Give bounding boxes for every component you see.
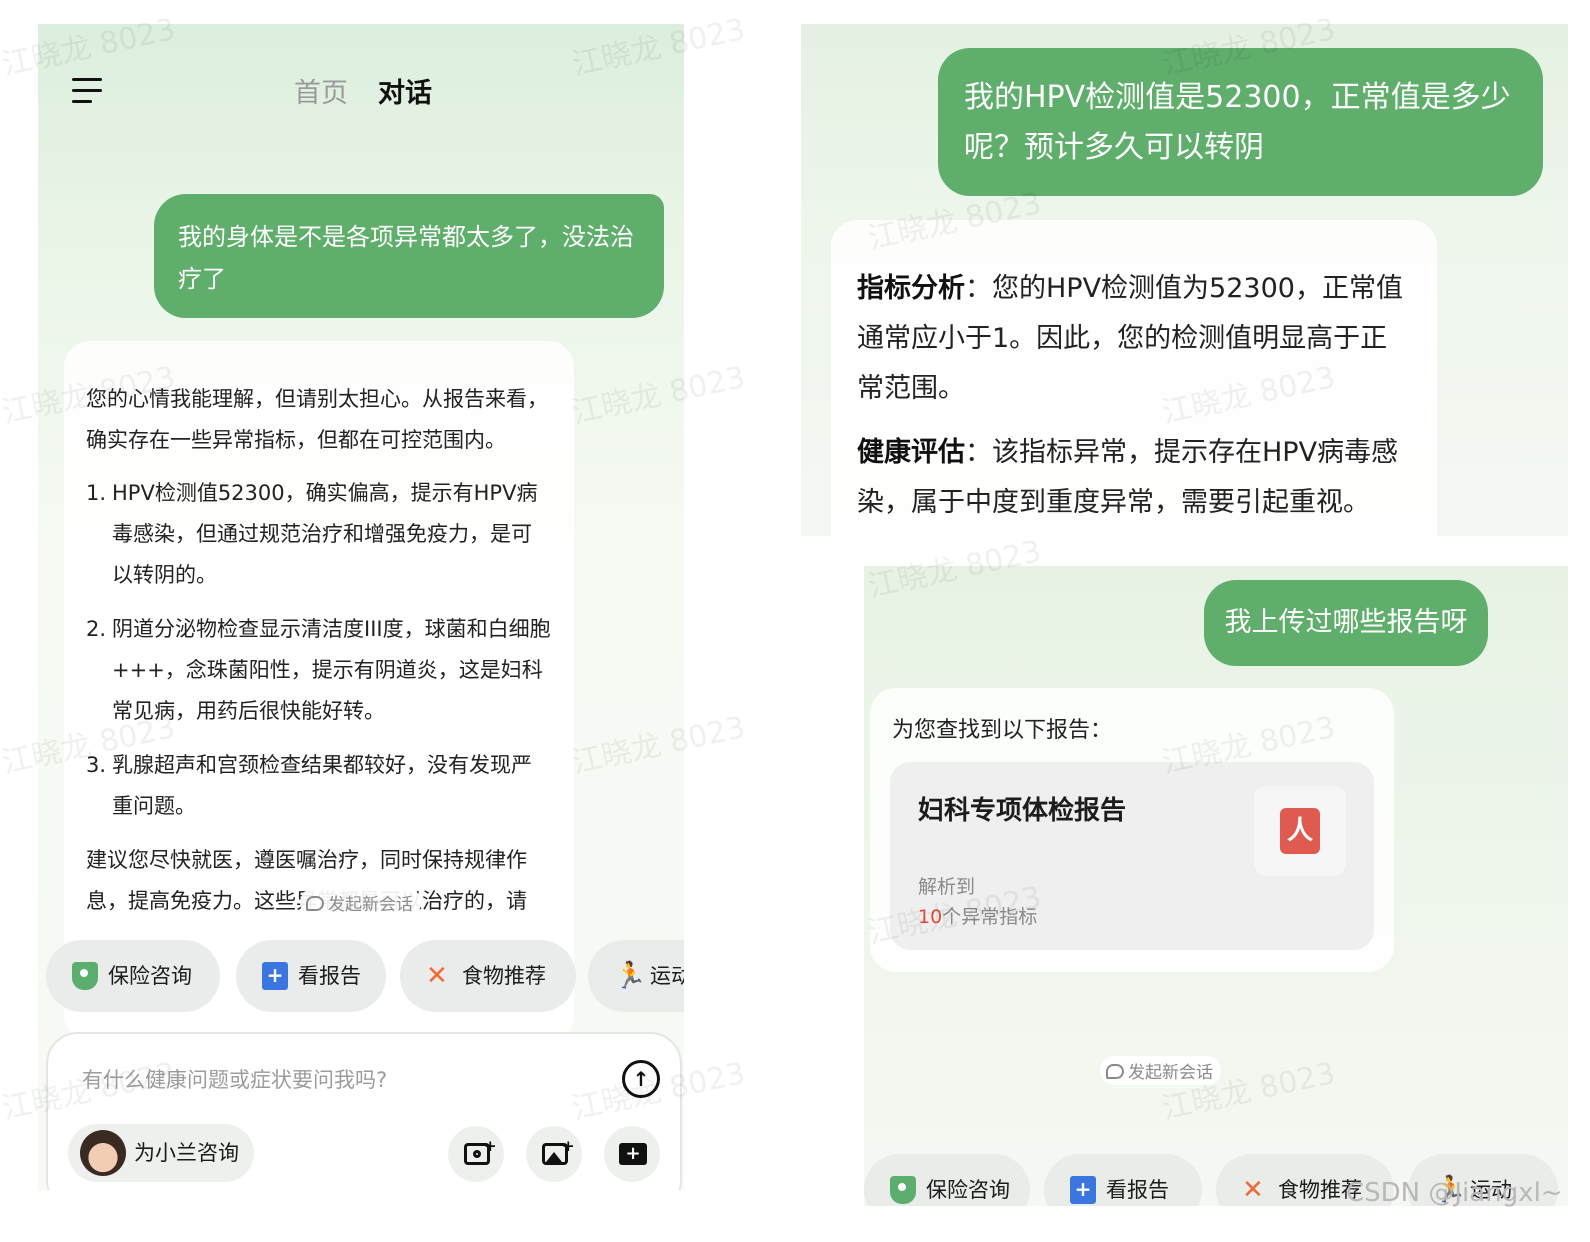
plus-mark: + <box>484 1137 497 1155</box>
ai-reply-list: 1. HPV检测值52300，确实偏高，提示有HPV病毒感染，但通过规范治疗和增… <box>86 473 552 827</box>
chat-screen-left: 首页 对话 我的身体是不是各项异常都太多了，没法治疗了 您的心情我能理解，但请别… <box>38 24 684 1190</box>
chat-bubble-icon <box>1106 1064 1124 1079</box>
pdf-icon: 人 <box>1280 808 1320 854</box>
list-number: 2. <box>86 617 107 641</box>
list-text: 乳腺超声和宫颈检查结果都较好，没有发现严重问题。 <box>112 753 532 818</box>
chat-input-box[interactable]: 有什么健康问题或症状要问我吗? ↑ 为小兰咨询 + + + <box>46 1032 682 1190</box>
consult-for-user-button[interactable]: 为小兰咨询 <box>68 1124 254 1182</box>
running-icon: 🏃 <box>614 961 647 991</box>
pdf-thumbnail: 人 <box>1254 786 1346 876</box>
user-message-bubble: 我的HPV检测值是52300，正常值是多少呢？预计多久可以转阴 <box>938 48 1543 196</box>
parsed-label: 解析到 <box>918 876 976 898</box>
abnormal-count-text: 10个异常指标 <box>918 902 1037 929</box>
report-item[interactable]: 妇科专项体检报告 人 解析到 10个异常指标 <box>890 762 1374 950</box>
chat-input-placeholder[interactable]: 有什么健康问题或症状要问我吗? <box>82 1064 387 1094</box>
analysis-label: 指标分析 <box>857 273 965 304</box>
list-item: 3. 乳腺超声和宫颈检查结果都较好，没有发现严重问题。 <box>86 745 552 827</box>
image-upload-button[interactable]: + <box>526 1126 582 1182</box>
ai-reply-card: 您的心情我能理解，但请别太担心。从报告来看，确实存在一些异常指标，但都在可控范围… <box>64 341 574 1041</box>
quick-action-insurance[interactable]: 保险咨询 <box>864 1154 1030 1206</box>
user-message-bubble: 我的身体是不是各项异常都太多了，没法治疗了 <box>154 194 664 318</box>
ai-report-card: 为您查找到以下报告： 妇科专项体检报告 人 解析到 10个异常指标 <box>870 688 1394 972</box>
report-title: 妇科专项体检报告 <box>918 796 1127 826</box>
quick-action-report[interactable]: + 看报告 <box>236 940 386 1012</box>
analysis-item: 指标分析：您的HPV检测值为52300，正常值通常应小于1。因此，您的检测值明显… <box>857 264 1411 414</box>
new-chat-label: 发起新会话 <box>1128 1063 1213 1083</box>
new-chat-label: 发起新会话 <box>328 895 413 915</box>
plus-mark: + <box>562 1137 575 1155</box>
file-upload-button[interactable]: + <box>604 1126 660 1182</box>
ai-reply-intro: 您的心情我能理解，但请别太担心。从报告来看，确实存在一些异常指标，但都在可控范围… <box>86 387 548 452</box>
send-arrow-icon[interactable]: ↑ <box>622 1060 660 1098</box>
quick-action-report[interactable]: + 看报告 <box>1044 1154 1202 1206</box>
list-text: HPV检测值52300，确实偏高，提示有HPV病毒感染，但通过规范治疗和增强免疫… <box>112 481 538 587</box>
quick-action-label: 看报告 <box>1106 1178 1169 1202</box>
folder-plus-icon: + <box>619 1143 647 1165</box>
chat-screen-right-top: 我的HPV检测值是52300，正常值是多少呢？预计多久可以转阴 指标分析：您的H… <box>801 24 1568 536</box>
fork-knife-icon: ✕ <box>1242 1175 1264 1205</box>
chat-screen-right-bottom: 我上传过哪些报告呀 为您查找到以下报告： 妇科专项体检报告 人 解析到 10个异… <box>864 566 1568 1206</box>
quick-action-label: 食物推荐 <box>462 964 546 988</box>
consult-label: 为小兰咨询 <box>134 1141 239 1165</box>
report-icon: + <box>1070 1176 1096 1204</box>
quick-action-label: 看报告 <box>298 964 361 988</box>
quick-action-insurance[interactable]: 保险咨询 <box>46 940 220 1012</box>
new-chat-button[interactable]: 发起新会话 <box>1100 1056 1221 1085</box>
shield-icon <box>890 1176 916 1204</box>
camera-button[interactable]: + <box>448 1126 504 1182</box>
list-text: 阴道分泌物检查显示清洁度III度，球菌和白细胞+++，念珠菌阳性，提示有阴道炎，… <box>112 617 551 723</box>
quick-action-food[interactable]: ✕ 食物推荐 <box>400 940 576 1012</box>
abnormal-suffix: 个异常指标 <box>942 906 1038 928</box>
quick-action-label: 保险咨询 <box>926 1178 1010 1202</box>
tab-chat[interactable]: 对话 <box>378 76 432 112</box>
analysis-item: 健康评估：该指标异常，提示存在HPV病毒感染，属于中度到重度异常，需要引起重视。 <box>857 428 1411 528</box>
analysis-label: 健康评估 <box>857 437 965 468</box>
list-number: 1. <box>86 481 107 505</box>
quick-action-bar: 保险咨询 + 看报告 ✕ 食物推荐 🏃 运动 <box>46 940 684 1012</box>
quick-action-label: 运动 <box>650 964 684 988</box>
tab-home[interactable]: 首页 <box>294 76 348 112</box>
new-chat-button[interactable]: 发起新会话 <box>300 888 421 917</box>
report-icon: + <box>262 962 288 990</box>
camera-lens <box>473 1150 481 1158</box>
quick-action-sport[interactable]: 🏃 运动 <box>588 940 684 1012</box>
list-number: 3. <box>86 753 107 777</box>
avatar <box>80 1130 126 1176</box>
menu-icon[interactable] <box>72 78 104 106</box>
user-message-bubble: 我上传过哪些报告呀 <box>1204 580 1488 666</box>
chat-bubble-icon <box>306 896 324 911</box>
list-item: 2. 阴道分泌物检查显示清洁度III度，球菌和白细胞+++，念珠菌阳性，提示有阴… <box>86 609 552 732</box>
image-mountain <box>546 1152 562 1162</box>
ai-analysis-card: 指标分析：您的HPV检测值为52300，正常值通常应小于1。因此，您的检测值明显… <box>831 220 1437 536</box>
found-reports-text: 为您查找到以下报告： <box>892 718 1113 743</box>
quick-action-label: 保险咨询 <box>108 964 192 988</box>
abnormal-count: 10 <box>918 906 943 928</box>
fork-knife-icon: ✕ <box>426 961 448 991</box>
shield-icon <box>72 962 98 990</box>
footer-credit: CSDN @Jiangxl~ <box>1346 1178 1563 1208</box>
list-item: 1. HPV检测值52300，确实偏高，提示有HPV病毒感染，但通过规范治疗和增… <box>86 473 552 596</box>
